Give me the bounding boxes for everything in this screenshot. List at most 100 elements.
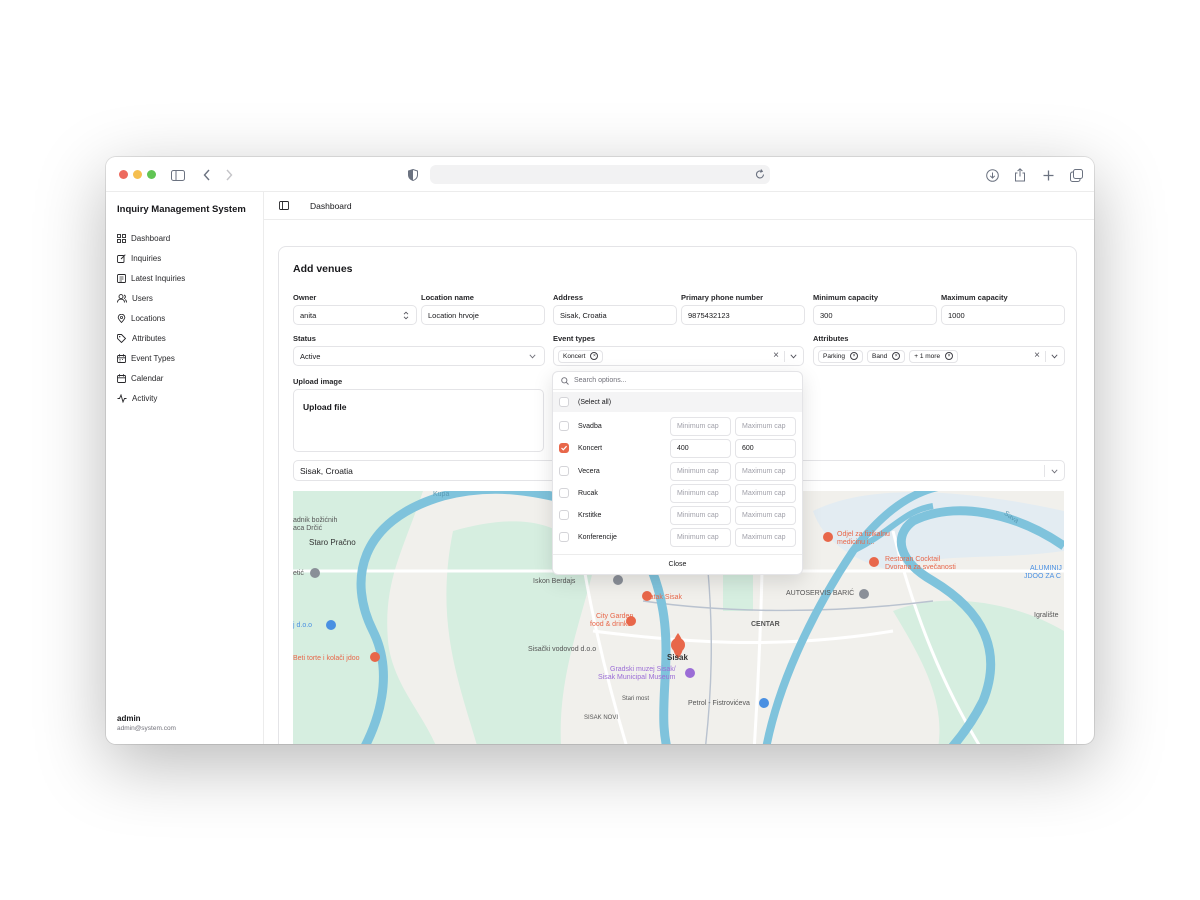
dropdown-option[interactable]: Konferencije Minimum cap Maximum cap [553,526,802,548]
min-capacity-field[interactable]: Minimum cap [670,505,731,525]
share-icon[interactable] [1010,165,1030,185]
poi-marker[interactable] [310,568,320,578]
poi-marker[interactable] [685,668,695,678]
sidebar-item-label: Users [132,293,153,303]
panel-toggle-icon[interactable] [279,201,289,210]
attribute-chip[interactable]: Band × [867,349,906,363]
min-capacity-field[interactable]: Minimum cap [670,527,731,547]
max-capacity-input[interactable]: 1000 [941,305,1065,325]
phone-input[interactable]: 9875432123 [681,305,805,325]
address-input[interactable]: Sisak, Croatia [553,305,677,325]
document-icon [117,273,126,283]
user-profile[interactable]: admin admin@system.com [117,714,176,732]
clear-icon[interactable]: × [1034,350,1040,361]
user-email: admin@system.com [117,725,176,732]
sidebar-item-inquiries[interactable]: Inquiries [106,248,264,268]
sidebar-item-attributes[interactable]: Attributes [106,328,264,348]
poi-marker[interactable] [370,652,380,662]
max-capacity-field[interactable]: Maximum cap [735,483,796,503]
zoom-window-button[interactable] [147,170,156,179]
checkbox[interactable] [559,488,569,498]
upload-dropzone[interactable]: Upload file [293,389,544,452]
dropdown-option[interactable]: Koncert 400 600 [553,437,802,459]
poi-marker[interactable] [613,575,623,585]
event-types-multiselect[interactable]: Koncert × × [553,346,804,366]
address-bar[interactable] [430,165,770,184]
dropdown-option[interactable]: Vecera Minimum cap Maximum cap [553,460,802,482]
attribute-chip[interactable]: Parking × [818,349,864,363]
clear-icon[interactable]: × [773,350,779,361]
checkbox[interactable] [559,466,569,476]
option-label: Vecera [578,467,600,475]
chevron-down-icon[interactable] [1051,354,1058,359]
location-name-input[interactable]: Location hrvoje [421,305,545,325]
max-capacity-field[interactable]: Maximum cap [735,505,796,525]
back-icon[interactable] [197,165,217,185]
max-capacity-field[interactable]: Maximum cap [735,527,796,547]
sidebar-item-dashboard[interactable]: Dashboard [106,228,264,248]
max-capacity-field[interactable]: Maximum cap [735,461,796,481]
shield-icon [403,165,423,185]
poi-marker[interactable] [326,620,336,630]
min-capacity-field[interactable]: 400 [670,438,731,458]
close-window-button[interactable] [119,170,128,179]
new-tab-icon[interactable] [1038,165,1058,185]
checkbox[interactable] [559,510,569,520]
chip-label: Koncert [563,352,586,360]
chip-label: Parking [823,352,846,360]
calendar-days-icon [117,353,126,363]
status-select[interactable]: Active [293,346,545,366]
remove-chip-icon[interactable]: × [945,352,954,360]
checkbox[interactable] [559,532,569,542]
sidebar-item-users[interactable]: Users [106,288,264,308]
upload-file-button[interactable]: Upload file [303,402,346,412]
min-capacity-field[interactable]: Minimum cap [670,416,731,436]
sidebar-toggle-icon[interactable] [168,165,188,185]
checkbox-checked[interactable] [559,443,569,453]
attributes-multiselect[interactable]: Parking × Band × + 1 more × × [813,346,1065,366]
dropdown-search[interactable]: Search options... [553,372,802,390]
divider [784,351,785,362]
forward-icon[interactable] [219,165,239,185]
reload-icon[interactable] [755,169,765,180]
select-all-option[interactable]: (Select all) [553,392,802,412]
map-label: Kupa [433,491,450,498]
option-label: Koncert [578,444,603,452]
poi-marker[interactable] [859,589,869,599]
close-dropdown-button[interactable]: Close [553,554,802,574]
poi-marker[interactable] [823,532,833,542]
sidebar-item-event-types[interactable]: Event Types [106,348,264,368]
checkbox[interactable] [559,397,569,407]
owner-select[interactable]: anita [293,305,417,325]
dropdown-option[interactable]: Svadba Minimum cap Maximum cap [553,415,802,437]
more-chip[interactable]: + 1 more × [909,349,959,363]
checkbox[interactable] [559,421,569,431]
poi-marker[interactable] [869,557,879,567]
chevron-down-icon[interactable] [1051,469,1058,474]
sidebar-item-latest-inquiries[interactable]: Latest Inquiries [106,268,264,288]
users-icon [117,293,127,303]
minimize-window-button[interactable] [133,170,142,179]
max-capacity-field[interactable]: 600 [735,438,796,458]
map-label: SISAK NOVI [584,715,619,721]
min-capacity-field[interactable]: Minimum cap [670,461,731,481]
remove-chip-icon[interactable]: × [850,352,859,360]
remove-chip-icon[interactable]: × [590,352,599,360]
poi-marker[interactable] [759,698,769,708]
dropdown-option[interactable]: Rucak Minimum cap Maximum cap [553,482,802,504]
dropdown-option[interactable]: Krstitke Minimum cap Maximum cap [553,504,802,526]
sidebar-item-calendar[interactable]: Calendar [106,368,264,388]
min-capacity-input[interactable]: 300 [813,305,937,325]
map-label: City Garden [596,613,634,620]
download-icon[interactable] [982,165,1002,185]
sidebar-item-activity[interactable]: Activity [106,388,264,408]
breadcrumb[interactable]: Dashboard [310,201,352,211]
min-capacity-field[interactable]: Minimum cap [670,483,731,503]
event-type-chip[interactable]: Koncert × [558,349,604,363]
remove-chip-icon[interactable]: × [892,352,901,360]
tab-overview-icon[interactable] [1066,165,1086,185]
chevron-down-icon [529,354,536,359]
chevron-down-icon[interactable] [790,354,797,359]
sidebar-item-locations[interactable]: Locations [106,308,264,328]
max-capacity-field[interactable]: Maximum cap [735,416,796,436]
